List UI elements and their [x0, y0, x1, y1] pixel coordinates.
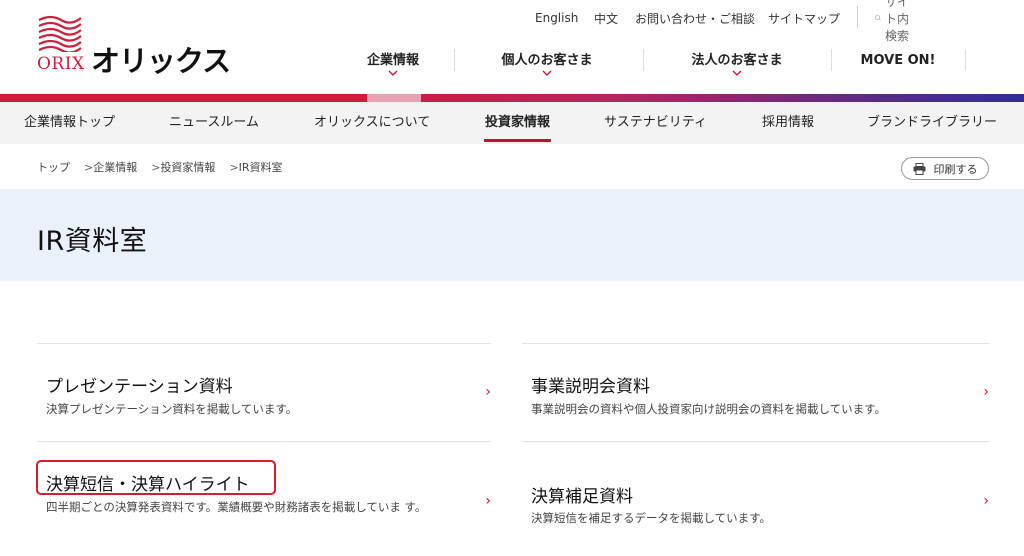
sub-nav: 企業情報トップ ニュースルーム オリックスについて 投資家情報 サステナビリティ…	[0, 102, 1024, 144]
chevron-right-icon: ›	[485, 493, 491, 509]
breadcrumb-separator: >	[84, 161, 94, 174]
breadcrumb-item[interactable]: トップ	[37, 161, 70, 174]
card-title: プレゼンテーション資料	[46, 377, 233, 397]
gnav-label: MOVE ON!	[860, 53, 936, 68]
card-title: 決算補足資料	[531, 487, 633, 507]
subnav-active-underline	[484, 139, 551, 142]
highlight-box	[36, 460, 276, 495]
contact-link[interactable]: お問い合わせ・ご相談	[635, 10, 755, 27]
card-description: 決算短信を補足するデータを掲載しています。	[531, 511, 772, 525]
card-presentation[interactable]: プレゼンテーション資料 決算プレゼンテーション資料を掲載しています。 ›	[37, 343, 491, 441]
chevron-right-icon: ›	[983, 384, 989, 400]
chevron-right-icon: ›	[485, 384, 491, 400]
logo-japanese-text: オリックス	[91, 44, 231, 78]
chevron-down-icon	[542, 70, 552, 76]
breadcrumb-item[interactable]: 投資家情報	[160, 161, 215, 174]
gnav-move-on[interactable]: MOVE ON!	[858, 44, 938, 82]
card-supplementary[interactable]: 決算補足資料 決算短信を補足するデータを掲載しています。 ›	[522, 441, 989, 556]
gnav-corporate-clients[interactable]: 法人のお客さま	[677, 44, 797, 82]
utility-divider	[857, 6, 858, 28]
card-business-briefing[interactable]: 事業説明会資料 事業説明会の資料や個人投資家向け説明会の資料を掲載しています。 …	[522, 343, 989, 441]
print-button[interactable]: 印刷する	[901, 157, 989, 180]
card-earnings-release[interactable]: 決算短信・決算ハイライト 四半期ごとの決算発表資料です。業績概要や財務諸表を掲載…	[37, 441, 491, 556]
print-label: 印刷する	[933, 162, 978, 176]
search-placeholder: サイト内検索	[885, 0, 910, 43]
subnav-item-corporate-top[interactable]: 企業情報トップ	[24, 102, 115, 144]
card-title: 事業説明会資料	[531, 377, 650, 397]
chevron-down-icon	[388, 70, 398, 76]
gnav-divider	[965, 49, 966, 71]
orix-logo-mark-icon	[38, 15, 82, 52]
orix-logo[interactable]: ORIX オリックス	[37, 14, 231, 78]
page-hero: IR資料室	[0, 189, 1024, 281]
card-description: 事業説明会の資料や個人投資家向け説明会の資料を掲載しています。	[531, 402, 887, 416]
sitemap-link[interactable]: サイトマップ	[768, 10, 840, 27]
page-title: IR資料室	[37, 226, 148, 257]
subnav-item-brand-library[interactable]: ブランドライブラリー	[867, 102, 997, 144]
subnav-item-newsroom[interactable]: ニュースルーム	[169, 102, 259, 144]
logo-orix-text: ORIX	[37, 54, 85, 74]
english-link[interactable]: English	[535, 11, 578, 25]
gnav-corporate[interactable]: 企業情報	[353, 44, 433, 82]
search-icon	[875, 15, 881, 21]
breadcrumb-item[interactable]: 企業情報	[93, 161, 137, 174]
breadcrumb-current: IR資料室	[238, 161, 283, 174]
subnav-item-sustainability[interactable]: サステナビリティ	[604, 102, 707, 144]
gnav-divider	[454, 49, 455, 71]
site-search[interactable]: サイト内検索	[875, 0, 909, 44]
active-section-marker	[367, 94, 421, 102]
gnav-divider	[643, 49, 644, 71]
subnav-item-about[interactable]: オリックスについて	[314, 102, 430, 144]
subnav-item-investors[interactable]: 投資家情報	[485, 102, 550, 144]
chinese-link[interactable]: 中文	[594, 10, 618, 27]
gnav-personal[interactable]: 個人のお客さま	[487, 44, 607, 82]
brand-color-bar	[0, 94, 1024, 102]
breadcrumb-separator: >	[229, 161, 239, 174]
site-header: ORIX オリックス English 中文 お問い合わせ・ご相談 サイトマップ …	[0, 0, 1024, 96]
chevron-down-icon	[732, 70, 742, 76]
printer-icon	[913, 162, 925, 175]
gnav-divider	[831, 49, 832, 71]
subnav-item-careers[interactable]: 採用情報	[762, 102, 814, 144]
breadcrumb: トップ >企業情報 >投資家情報 >IR資料室	[37, 159, 283, 175]
card-description: 四半期ごとの決算発表資料です。業績概要や財務諸表を掲載していま す。	[46, 500, 427, 514]
chevron-right-icon: ›	[983, 493, 989, 509]
card-description: 決算プレゼンテーション資料を掲載しています。	[46, 402, 298, 416]
